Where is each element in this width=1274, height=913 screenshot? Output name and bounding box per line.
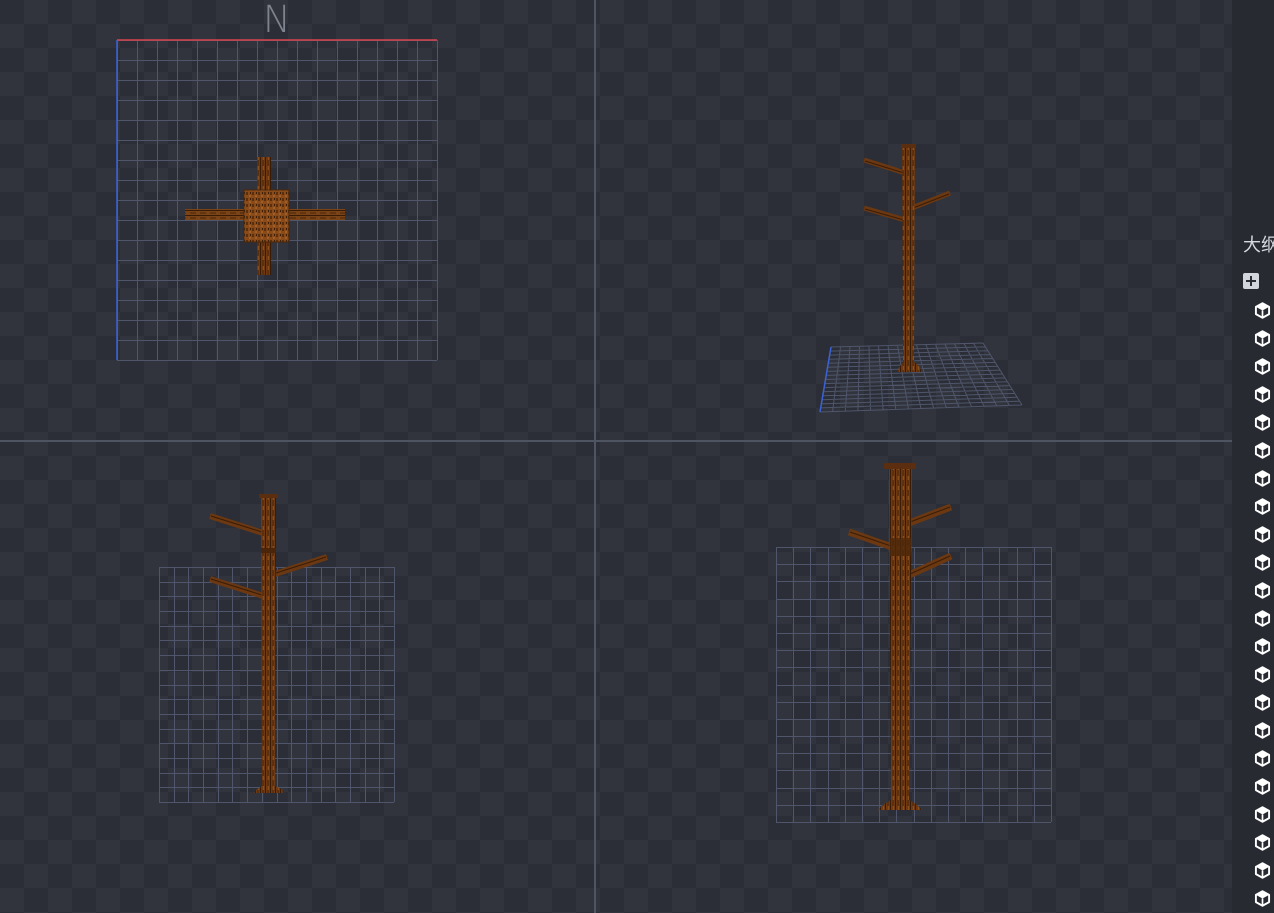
branch-grain [909, 506, 951, 523]
cube-icon [1254, 302, 1271, 319]
outliner-item[interactable] [1232, 716, 1274, 744]
cube-icon [1254, 694, 1271, 711]
outliner-list [1232, 296, 1274, 912]
cube-icon [1254, 358, 1271, 375]
outliner-item[interactable] [1232, 856, 1274, 884]
viewport-front[interactable] [0, 442, 594, 913]
model-editor: N 大纲 [0, 0, 1274, 913]
outliner-item[interactable] [1232, 632, 1274, 660]
tree-trunk-cap [259, 494, 278, 498]
cube-icon [1254, 554, 1271, 571]
cube-icon [1254, 666, 1271, 683]
cube-icon [1254, 806, 1271, 823]
outliner-item[interactable] [1232, 380, 1274, 408]
outliner-item[interactable] [1232, 408, 1274, 436]
tree-trunk [254, 496, 284, 793]
cube-icon [1254, 722, 1271, 739]
cube-icon [1254, 526, 1271, 543]
tree-model[interactable] [847, 463, 953, 810]
viewport-top-canvas [116, 39, 438, 361]
outliner-item[interactable] [1232, 772, 1274, 800]
outliner-item[interactable] [1232, 576, 1274, 604]
cube-icon [1254, 834, 1271, 851]
tree-trunk [243, 189, 290, 243]
outliner-item[interactable] [1232, 520, 1274, 548]
tree-trunk-cap [901, 144, 916, 148]
outliner-item[interactable] [1232, 324, 1274, 352]
cube-icon [1254, 414, 1271, 431]
outliner-title: 大纲 [1243, 235, 1274, 256]
outliner-item[interactable] [1232, 464, 1274, 492]
outliner-item[interactable] [1232, 492, 1274, 520]
outliner-item[interactable] [1232, 548, 1274, 576]
add-group-button[interactable] [1243, 273, 1259, 289]
viewport-side[interactable] [596, 442, 1232, 913]
branch-grain [210, 515, 263, 533]
branch-grain [275, 556, 327, 574]
cube-icon [1254, 582, 1271, 599]
outliner-item[interactable] [1232, 352, 1274, 380]
tree-trunk-joint [890, 538, 911, 556]
viewport-top[interactable]: N [0, 0, 594, 440]
viewport-area: N [0, 0, 1232, 913]
viewport-divider-horizontal [0, 440, 1232, 442]
cube-icon [1254, 638, 1271, 655]
outliner-item[interactable] [1232, 604, 1274, 632]
outliner-item[interactable] [1232, 688, 1274, 716]
outliner-item[interactable] [1232, 296, 1274, 324]
outliner-item[interactable] [1232, 744, 1274, 772]
tree-trunk [897, 146, 922, 372]
outliner-item[interactable] [1232, 884, 1274, 912]
branch-grain [864, 160, 905, 174]
floor-grid [776, 547, 1052, 823]
branch-grain [864, 208, 905, 221]
tree-trunk-cap [884, 463, 916, 469]
branch-grain [849, 531, 892, 547]
floor-grid [819, 342, 1023, 413]
cube-icon [1254, 610, 1271, 627]
viewport-perspective[interactable] [596, 0, 1232, 440]
floor-grid [159, 567, 395, 803]
outliner-item[interactable] [1232, 800, 1274, 828]
viewport-divider-vertical [594, 0, 596, 913]
tree-model[interactable] [185, 157, 345, 275]
cube-icon [1254, 386, 1271, 403]
outliner-item[interactable] [1232, 660, 1274, 688]
tree-model[interactable] [863, 144, 951, 372]
tree-model[interactable] [209, 494, 328, 793]
cube-icon [1254, 330, 1271, 347]
viewport-front-canvas [159, 494, 395, 803]
viewport-perspective-canvas [819, 144, 1023, 413]
outliner-item[interactable] [1232, 828, 1274, 856]
cube-icon [1254, 470, 1271, 487]
outliner-item[interactable] [1232, 436, 1274, 464]
viewport-side-canvas [776, 463, 1052, 823]
cube-icon [1254, 890, 1271, 907]
branch-grain [912, 193, 950, 209]
cube-icon [1254, 778, 1271, 795]
cube-icon [1254, 498, 1271, 515]
outliner-panel: 大纲 [1232, 0, 1274, 913]
plus-icon [1243, 273, 1259, 289]
cube-icon [1254, 862, 1271, 879]
cube-icon [1254, 750, 1271, 767]
compass-north-label: N [263, 0, 291, 41]
cube-icon [1254, 442, 1271, 459]
tree-trunk-joint [261, 548, 276, 553]
